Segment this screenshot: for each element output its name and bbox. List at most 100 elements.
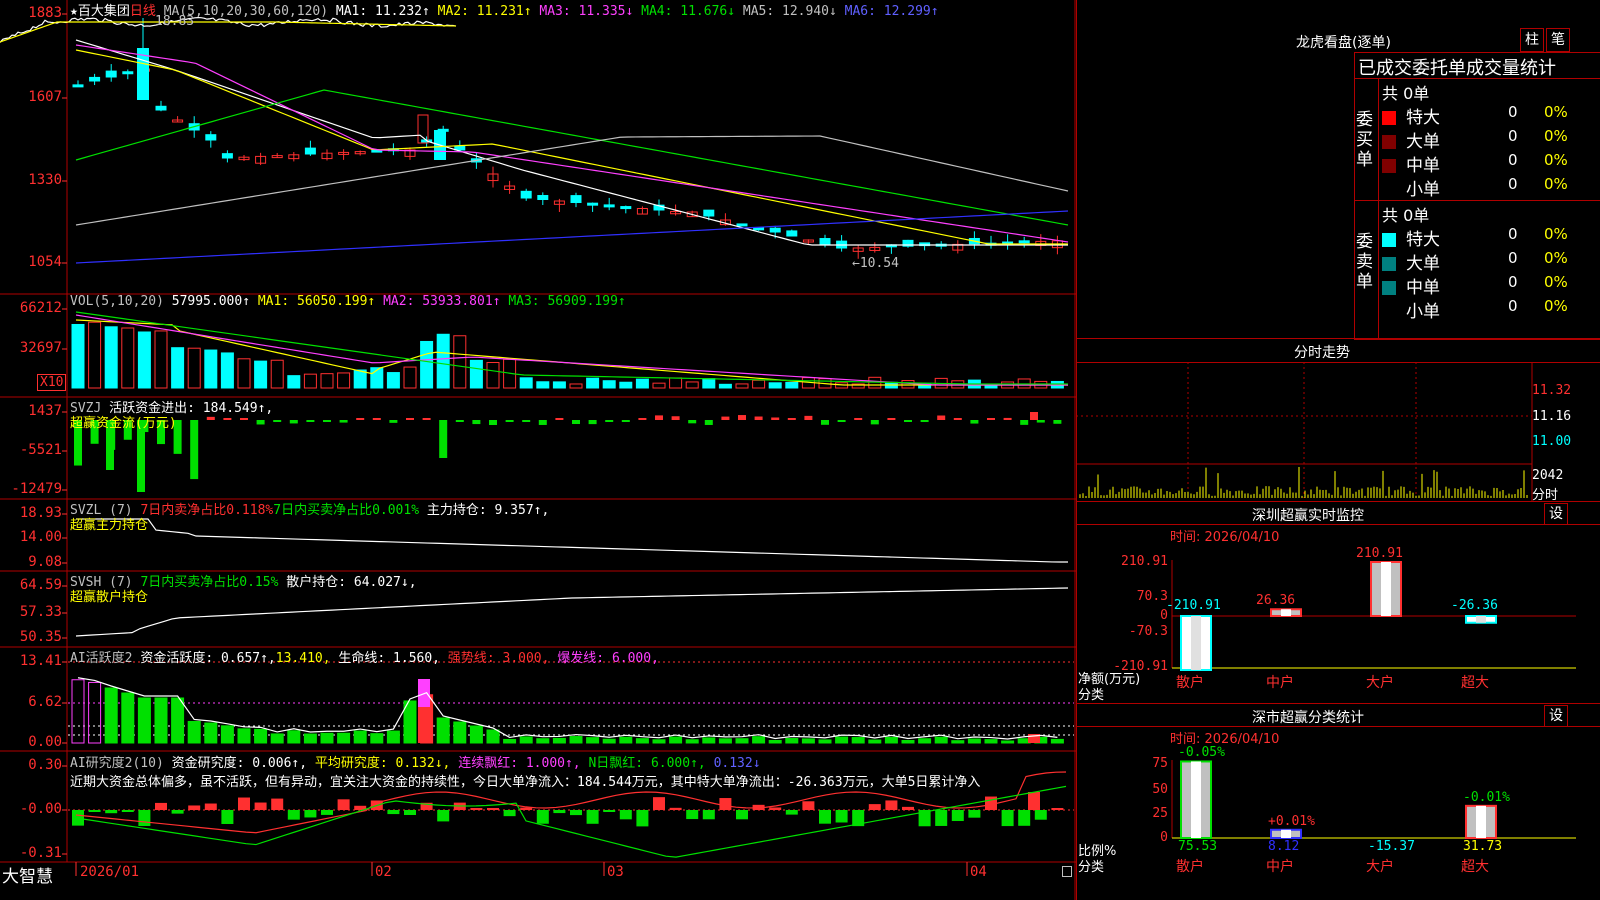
- y-tick-label: 9.08: [28, 554, 62, 570]
- ai1-bar: [519, 736, 533, 744]
- ma3-value: MA3: 11.335↓: [539, 4, 634, 19]
- vol-bar: [104, 326, 118, 389]
- star-icon[interactable]: ★: [70, 4, 78, 19]
- ma3-line: [75, 44, 1069, 243]
- candle-body: [819, 238, 831, 245]
- ai1-bar: [254, 728, 268, 744]
- svzj-bar: [240, 418, 248, 420]
- svzj-bar: [289, 420, 298, 424]
- svzj-bar: [970, 420, 979, 424]
- ai2-bar: [287, 810, 300, 820]
- szm-y-tick: 210.91: [1121, 554, 1168, 569]
- szm-category-label: 大户: [1366, 675, 1394, 691]
- candle-body: [221, 153, 233, 159]
- ai1-bar: [835, 736, 849, 744]
- svzj-bar: [621, 420, 630, 422]
- vol-unit-badge[interactable]: X10: [37, 374, 67, 391]
- tick-mode-button[interactable]: 笔: [1546, 28, 1570, 52]
- ai2-bar: [105, 810, 118, 814]
- ai2-bar: [719, 798, 732, 810]
- svzj-bar: [190, 420, 199, 480]
- order-row-count: 0: [1508, 249, 1518, 267]
- fenshi-chart[interactable]: [1076, 362, 1600, 502]
- stock-name[interactable]: 百大集团: [78, 4, 130, 19]
- chart-area[interactable]: 1883 1607 1330 1054 66212 32697 1437 -5521 -1247…: [0, 0, 1076, 900]
- szm-y-tick: -70.3: [1128, 624, 1168, 639]
- brand-logo[interactable]: 大智慧: [2, 862, 53, 887]
- vol-bar: [768, 382, 782, 389]
- szm-value-label: 210.91: [1356, 546, 1403, 561]
- candle-body: [89, 76, 101, 82]
- svzj-bar: [887, 418, 896, 420]
- y-tick-label: 57.33: [19, 604, 62, 620]
- svsh-a: 7日内买卖净占比0.15%: [140, 575, 279, 590]
- svzj-bar: [555, 418, 564, 420]
- ai2-bar: [221, 810, 234, 824]
- fenshi-tick-2: 11.16: [1532, 409, 1572, 424]
- y-tick-label: 1054: [28, 254, 62, 270]
- sell-orders-label: 委卖单: [1356, 232, 1373, 292]
- ai1-bar: [685, 739, 699, 744]
- ai2-bar: [404, 810, 416, 815]
- ai2-bar: [387, 810, 400, 815]
- candle-body: [1018, 240, 1030, 244]
- ai1-bar: [303, 733, 317, 744]
- sz-class-xlabel: 分类: [1078, 860, 1105, 875]
- order-color-swatch: [1382, 305, 1396, 319]
- ma6-line: [75, 210, 1069, 264]
- ai2-bar: [819, 810, 831, 824]
- order-color-swatch: [1382, 159, 1396, 173]
- order-row-name: 中单: [1406, 156, 1440, 176]
- ai2-comment: 近期大资金总体偏多，虽不活跃，但有异动，宜关注大资金的持续性，今日大单净流入：1…: [70, 775, 981, 790]
- svsh-sub: 超赢散户持仓: [70, 590, 149, 605]
- y-tick-label: 14.00: [19, 529, 62, 545]
- vol-bar: [619, 381, 633, 389]
- ai1-bar: [818, 739, 832, 744]
- szc-category-label: 大户: [1366, 859, 1394, 875]
- svzj-sub: 超赢资金流(万元): [70, 416, 177, 431]
- ai2-a: 资金研究度: 0.006↑,: [171, 756, 308, 771]
- vol-ma1: MA1: 56050.199↑: [257, 294, 376, 309]
- szm-bar-highlight-0: [1191, 616, 1201, 670]
- vol-bar: [453, 335, 467, 389]
- order-row-name: 特大: [1406, 230, 1440, 250]
- ai2-bar: [536, 810, 549, 824]
- ai2-bar: [603, 810, 616, 812]
- ai1-bar: [635, 738, 649, 744]
- ai1-bar: [204, 722, 218, 744]
- order-row-count: 0: [1508, 151, 1518, 169]
- ma4-value: MA4: 11.676↓: [641, 4, 736, 19]
- vol-bar: [88, 321, 102, 389]
- ai1-bar: [436, 717, 450, 744]
- ai1-bar: [386, 730, 400, 744]
- order-row-count: 0: [1508, 297, 1518, 315]
- vol-bar: [469, 359, 483, 389]
- order-row-name: 特大: [1406, 108, 1440, 128]
- ma5-value: MA5: 12.940↓: [742, 4, 837, 19]
- vol-bar: [254, 360, 268, 389]
- high-price-mark: 18.83: [155, 14, 195, 29]
- period-label[interactable]: 日线: [130, 4, 156, 19]
- order-color-swatch: [1382, 183, 1396, 197]
- order-row-count: 0: [1508, 225, 1518, 243]
- ai1-bar: [469, 725, 483, 744]
- order-row-count: 0: [1508, 175, 1518, 193]
- candle-body: [620, 206, 632, 210]
- ai1-bar: [652, 739, 666, 744]
- lock-icon[interactable]: [1062, 866, 1072, 877]
- sz-monitor-settings-button[interactable]: 设: [1544, 503, 1568, 525]
- bar-mode-button[interactable]: 柱: [1520, 28, 1544, 52]
- ai1-bar: [121, 692, 135, 744]
- ma1-value: MA1: 11.232↑: [335, 4, 430, 19]
- order-row-pct: 0%: [1544, 127, 1568, 145]
- order-stats-tabs[interactable]: 已成交委托单成交量统计: [1358, 54, 1556, 80]
- szc-category-label: 超大: [1461, 859, 1489, 875]
- vol-bar: [436, 333, 450, 389]
- vol-bar: [303, 373, 317, 389]
- vol-bar: [735, 383, 749, 389]
- svzj-bar: [1036, 420, 1045, 423]
- candle-body: [570, 195, 582, 204]
- fenshi-tick-1: 11.32: [1532, 383, 1572, 398]
- svzj-bar: [1030, 412, 1038, 420]
- vol-bar: [154, 330, 168, 389]
